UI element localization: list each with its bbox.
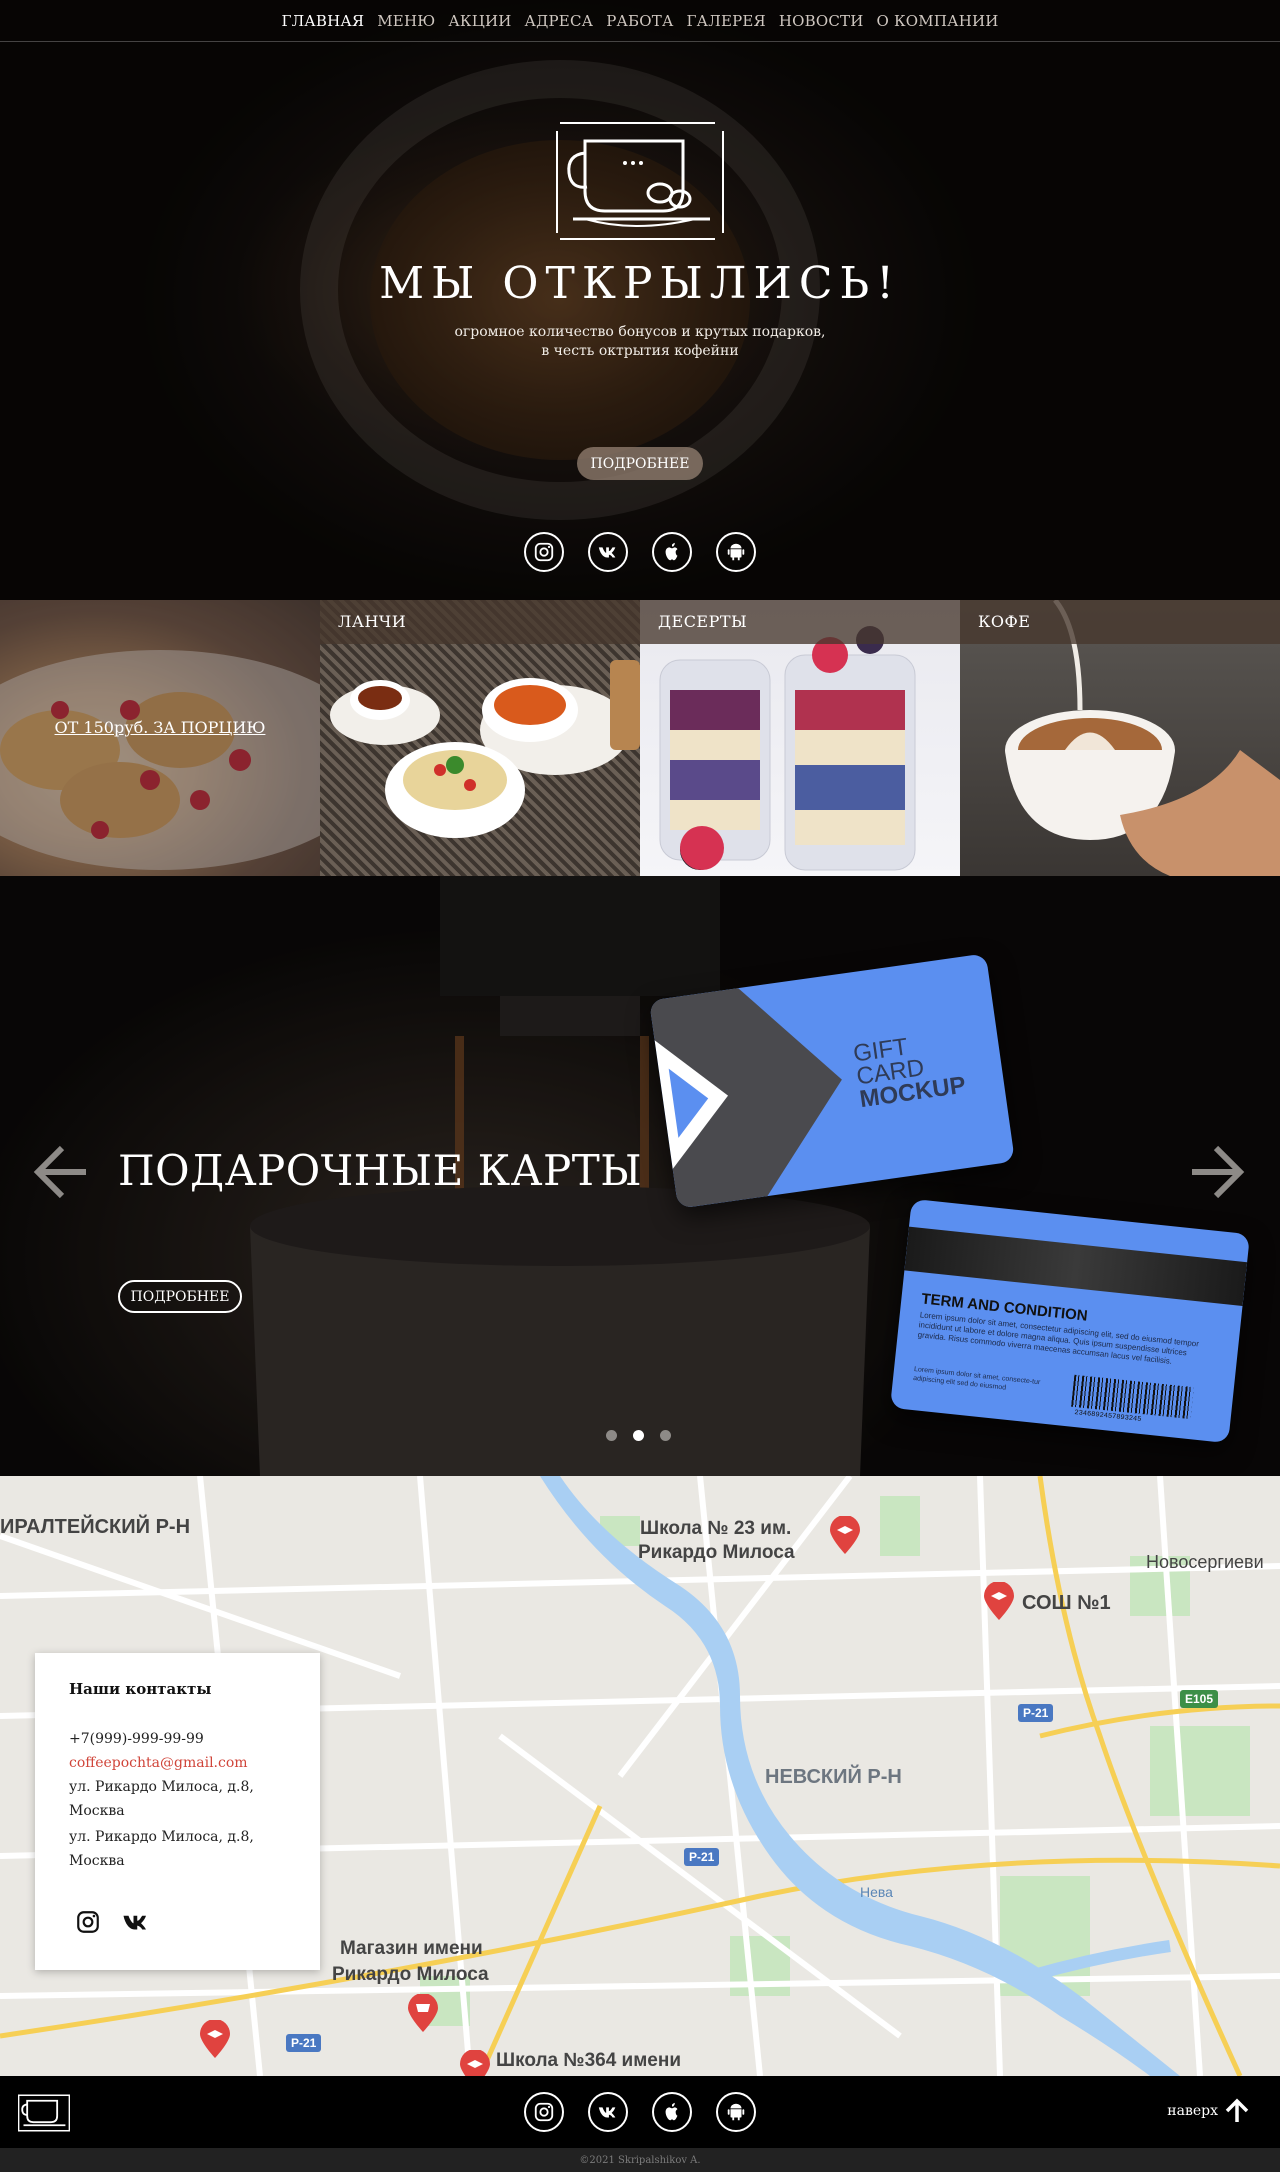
map-label: Рикардо Милоса	[638, 1542, 795, 1563]
map-label: Школа №364 имени	[496, 2050, 682, 2071]
map-label: Школа № 23 им.	[640, 1518, 792, 1539]
scroll-to-top-button[interactable]: наверх	[1167, 2098, 1250, 2124]
slider-dot-active[interactable]	[633, 1430, 644, 1441]
slider-dots	[606, 1430, 671, 1441]
slide-more-button[interactable]: ПОДРОБНЕЕ	[118, 1280, 242, 1313]
contact-address-city: Москва	[69, 1803, 125, 1819]
apple-icon[interactable]	[652, 532, 692, 572]
nav-item-about[interactable]: О КОМПАНИИ	[877, 12, 999, 30]
slider-dot[interactable]	[660, 1430, 671, 1441]
tile-coffee[interactable]: КОФЕ	[960, 600, 1280, 876]
tile-price-link[interactable]: ОТ 150руб. ЗА ПОРЦИЮ	[0, 718, 320, 737]
card-terms-footer: Lorem ipsum dolor sit amet, consecte-tur…	[912, 1365, 1041, 1392]
footer	[0, 2076, 1280, 2148]
android-icon[interactable]	[716, 2092, 756, 2132]
vk-icon[interactable]	[588, 532, 628, 572]
tile-desserts[interactable]: ДЕСЕРТЫ	[640, 600, 960, 876]
slider-dot[interactable]	[606, 1430, 617, 1441]
tile-label: КОФЕ	[978, 612, 1031, 631]
nav-item-addresses[interactable]: АДРЕСА	[525, 12, 594, 30]
tile-label: ДЕСЕРТЫ	[658, 612, 748, 631]
map-label: Рикардо Милоса	[332, 1964, 489, 1985]
menu-tiles: ОТ 150руб. ЗА ПОРЦИЮ ЛАНЧИ ДЕСЕРТЫ КОФЕ	[0, 600, 1280, 876]
map-label: Нева	[860, 1884, 893, 1900]
contacts-title: Наши контакты	[69, 1680, 212, 1698]
main-nav: ГЛАВНАЯ МЕНЮ АКЦИИ АДРЕСА РАБОТА ГАЛЕРЕЯ…	[0, 0, 1280, 42]
hero-subtitle: огромное количество бонусов и крутых под…	[454, 324, 826, 359]
nav-item-jobs[interactable]: РАБОТА	[606, 12, 673, 30]
contact-email[interactable]: coffeepochta@gmail.com	[69, 1751, 248, 1775]
shop-pin-icon[interactable]	[408, 1994, 438, 2032]
tile-breakfast[interactable]: ОТ 150руб. ЗА ПОРЦИЮ	[0, 600, 320, 876]
contact-address-line: ул. Рикардо Милоса, д.8,	[69, 1779, 254, 1795]
contact-address-city: Москва	[69, 1853, 125, 1869]
school-pin-icon[interactable]	[460, 2050, 490, 2076]
map-label: Магазин имени	[340, 1938, 483, 1959]
hero-section: МЫ ОТКРЫЛИСЬ! огромное количество бонусо…	[0, 0, 1280, 600]
apple-icon[interactable]	[652, 2092, 692, 2132]
school-pin-icon[interactable]	[200, 2020, 230, 2058]
vk-icon[interactable]	[588, 2092, 628, 2132]
map-label: СОШ №1	[1022, 1592, 1111, 1614]
nav-item-home[interactable]: ГЛАВНАЯ	[281, 12, 364, 30]
tile-lunches[interactable]: ЛАНЧИ	[320, 600, 640, 876]
school-pin-icon[interactable]	[984, 1582, 1014, 1620]
contact-address-line: ул. Рикардо Милоса, д.8,	[69, 1829, 254, 1845]
coffee-logo-icon	[556, 122, 724, 240]
road-badge: P-21	[684, 1848, 720, 1866]
slide-title: ПОДАРОЧНЫЕ КАРТЫ	[118, 1146, 643, 1195]
road-badge: P-21	[1018, 1704, 1054, 1722]
hero-social-links	[0, 532, 1280, 572]
slider-next-arrow-icon[interactable]	[1190, 1142, 1246, 1202]
vk-icon[interactable]	[119, 1905, 153, 1939]
android-icon[interactable]	[716, 532, 756, 572]
road-badge: E105	[1180, 1690, 1219, 1708]
map-label: НЕВСКИЙ Р-Н	[765, 1766, 902, 1788]
contact-phone[interactable]: +7(999)-999-99-99	[69, 1727, 204, 1751]
school-pin-icon[interactable]	[830, 1516, 860, 1554]
arrow-up-icon	[1225, 2098, 1249, 2122]
hero-more-button[interactable]: ПОДРОБНЕЕ	[577, 447, 703, 480]
hero-title: МЫ ОТКРЫЛИСЬ!	[379, 258, 901, 309]
footer-social-links	[0, 2092, 1280, 2132]
map-label: Новосергиеви	[1146, 1552, 1264, 1572]
instagram-icon[interactable]	[524, 2092, 564, 2132]
gift-card-back: TERM AND CONDITION Lorem ipsum dolor sit…	[889, 1198, 1251, 1444]
nav-item-promos[interactable]: АКЦИИ	[448, 12, 511, 30]
copyright: ©2021 Skripalshikov A.	[0, 2148, 1280, 2172]
instagram-icon[interactable]	[524, 532, 564, 572]
nav-item-menu[interactable]: МЕНЮ	[377, 12, 435, 30]
nav-item-gallery[interactable]: ГАЛЕРЕЯ	[687, 12, 766, 30]
tile-label: ЛАНЧИ	[338, 612, 407, 631]
road-badge: P-21	[286, 2034, 322, 2052]
instagram-icon[interactable]	[71, 1905, 105, 1939]
map-label: ИРАЛТЕЙСКИЙ Р-Н	[0, 1516, 191, 1538]
nav-item-news[interactable]: НОВОСТИ	[779, 12, 864, 30]
contacts-card: Наши контакты +7(999)-999-99-99 coffeepo…	[35, 1653, 320, 1970]
gift-card-slider: ПОДАРОЧНЫЕ КАРТЫ ПОДРОБНЕЕ GIFT CARD MOC…	[0, 876, 1280, 1476]
scroll-to-top-label: наверх	[1167, 2103, 1218, 2119]
slider-prev-arrow-icon[interactable]	[32, 1142, 88, 1202]
